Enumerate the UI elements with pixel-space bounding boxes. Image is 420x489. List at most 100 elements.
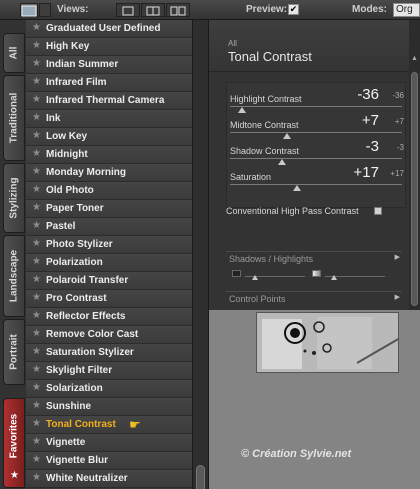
- filter-list-scroll-thumb[interactable]: [196, 465, 205, 489]
- filter-list-item[interactable]: ★ Reflector Effects: [26, 308, 192, 326]
- favorite-star-icon[interactable]: ★: [32, 292, 41, 303]
- favorite-star-icon[interactable]: ★: [32, 364, 41, 375]
- favorite-star-icon[interactable]: ★: [32, 94, 41, 105]
- split-view-button[interactable]: [141, 3, 165, 17]
- section-control-points[interactable]: Control Points ▶: [226, 291, 402, 305]
- slider-value[interactable]: +7: [362, 112, 379, 129]
- favorite-star-icon[interactable]: ★: [32, 22, 41, 33]
- filter-list-item[interactable]: ★ Paper Toner: [26, 200, 192, 218]
- favorite-star-icon[interactable]: ★: [32, 256, 41, 267]
- high-pass-contrast-checkbox[interactable]: [374, 207, 382, 215]
- filter-list-item[interactable]: ★ Photo Stylizer: [26, 236, 192, 254]
- favorite-star-icon[interactable]: ★: [32, 220, 41, 231]
- side-by-side-view-button[interactable]: [166, 3, 190, 17]
- favorite-star-icon[interactable]: ★: [32, 76, 41, 87]
- section-shadows-highlights[interactable]: Shadows / Highlights ▶: [226, 251, 402, 265]
- image-preview-area[interactable]: © Création Sylvie.net: [209, 310, 420, 489]
- tab-portrait-label: Portrait: [8, 334, 20, 370]
- filter-list-item[interactable]: ★ Polarization: [26, 254, 192, 272]
- filter-list-item[interactable]: ★ White Neutralizer: [26, 470, 192, 488]
- highlights-slider-knob[interactable]: [331, 275, 337, 280]
- panel-header: All Tonal Contrast: [209, 20, 409, 72]
- scroll-up-arrow-icon[interactable]: ▲: [411, 55, 418, 62]
- filter-list-item[interactable]: ★ Indian Summer: [26, 56, 192, 74]
- filter-list-item[interactable]: ★ Infrared Thermal Camera: [26, 92, 192, 110]
- filter-list-item[interactable]: ★ Graduated User Defined: [26, 20, 192, 38]
- slider-track[interactable]: [230, 158, 402, 159]
- favorite-star-icon[interactable]: ★: [32, 202, 41, 213]
- filter-list-item[interactable]: ★ Vignette Blur: [26, 452, 192, 470]
- tab-stylizing[interactable]: Stylizing: [3, 163, 25, 233]
- preview-checkbox[interactable]: ✔: [288, 4, 299, 15]
- slider-track[interactable]: [230, 184, 402, 185]
- tab-traditional[interactable]: Traditional: [3, 75, 25, 161]
- filter-label: Paper Toner: [46, 203, 104, 214]
- favorite-star-icon[interactable]: ★: [32, 184, 41, 195]
- slider-track[interactable]: [230, 132, 402, 133]
- highlights-color-swatch[interactable]: [312, 270, 321, 277]
- favorite-star-icon[interactable]: ★: [32, 310, 41, 321]
- panel-scrollbar[interactable]: ▲: [409, 20, 420, 310]
- favorite-star-icon[interactable]: ★: [32, 238, 41, 249]
- favorite-star-icon[interactable]: ★: [32, 40, 41, 51]
- filter-list: ★ Graduated User Defined ★ High Key ★ Indian …: [26, 20, 193, 489]
- view-mode-icon[interactable]: [20, 3, 38, 17]
- filter-list-item[interactable]: ★ Old Photo: [26, 182, 192, 200]
- filter-list-item[interactable]: ★ Low Key: [26, 128, 192, 146]
- view-mode-icon-alt[interactable]: [39, 3, 51, 17]
- tab-favorites-label: Favorites: [8, 413, 20, 459]
- slider-row: Midtone Contrast +7 +7: [227, 111, 407, 139]
- filter-list-item[interactable]: ★ Sunshine: [26, 398, 192, 416]
- favorite-star-icon[interactable]: ★: [32, 148, 41, 159]
- favorite-star-icon[interactable]: ★: [32, 382, 41, 393]
- filter-label: Tonal Contrast: [46, 419, 116, 430]
- filter-list-item[interactable]: ★ Remove Color Cast: [26, 326, 192, 344]
- favorite-star-icon[interactable]: ★: [32, 274, 41, 285]
- filter-list-item[interactable]: ★ Pastel: [26, 218, 192, 236]
- expand-arrow-icon[interactable]: ▶: [395, 293, 400, 301]
- favorite-star-icon[interactable]: ★: [32, 346, 41, 357]
- filter-list-item[interactable]: ★ Ink: [26, 110, 192, 128]
- filter-list-item[interactable]: ★ Solarization: [26, 380, 192, 398]
- filter-list-item[interactable]: ★ Skylight Filter: [26, 362, 192, 380]
- shadows-color-swatch[interactable]: [232, 270, 241, 277]
- tab-landscape[interactable]: Landscape: [3, 235, 25, 317]
- filter-list-item[interactable]: ★ Infrared Film: [26, 74, 192, 92]
- favorite-star-icon[interactable]: ★: [32, 112, 41, 123]
- slider-value[interactable]: -3: [366, 138, 379, 155]
- filter-list-item[interactable]: ★ Saturation Stylizer: [26, 344, 192, 362]
- filter-list-item[interactable]: ★ Polaroid Transfer: [26, 272, 192, 290]
- filter-label: Solarization: [46, 383, 103, 394]
- expand-arrow-icon[interactable]: ▶: [395, 253, 400, 261]
- favorite-star-icon[interactable]: ★: [32, 400, 41, 411]
- slider-knob[interactable]: [293, 185, 302, 191]
- filter-list-item[interactable]: ★ Midnight: [26, 146, 192, 164]
- shadows-slider-knob[interactable]: [252, 275, 258, 280]
- filter-list-item[interactable]: ★ Pro Contrast: [26, 290, 192, 308]
- favorite-star-icon[interactable]: ★: [32, 58, 41, 69]
- favorite-star-icon[interactable]: ★: [32, 166, 41, 177]
- favorite-star-icon[interactable]: ★: [32, 328, 41, 339]
- filter-list-item[interactable]: ★ Tonal Contrast ☛: [26, 416, 192, 434]
- favorite-star-icon[interactable]: ★: [32, 130, 41, 141]
- tab-favorites[interactable]: Favorites ★: [3, 398, 25, 488]
- filter-list-item[interactable]: ★ High Key: [26, 38, 192, 56]
- tab-traditional-label: Traditional: [8, 92, 20, 144]
- favorite-star-icon[interactable]: ★: [32, 454, 41, 465]
- filter-label: Remove Color Cast: [46, 329, 139, 340]
- modes-select[interactable]: Org: [393, 3, 420, 17]
- slider-value[interactable]: -36: [357, 86, 379, 103]
- slider-value[interactable]: +17: [354, 164, 379, 181]
- filter-list-item[interactable]: ★ Monday Morning: [26, 164, 192, 182]
- panel-scroll-thumb[interactable]: [411, 72, 418, 306]
- single-view-button[interactable]: [116, 3, 140, 17]
- tab-all[interactable]: All: [3, 33, 25, 73]
- favorite-star-icon[interactable]: ★: [32, 472, 41, 483]
- breadcrumb[interactable]: All: [228, 39, 237, 48]
- favorite-star-icon[interactable]: ★: [32, 418, 41, 429]
- favorite-star-icon[interactable]: ★: [32, 436, 41, 447]
- filter-list-scrollbar[interactable]: [193, 20, 209, 489]
- filter-list-item[interactable]: ★ Vignette: [26, 434, 192, 452]
- tab-portrait[interactable]: Portrait: [3, 319, 25, 385]
- slider-track[interactable]: [230, 106, 402, 107]
